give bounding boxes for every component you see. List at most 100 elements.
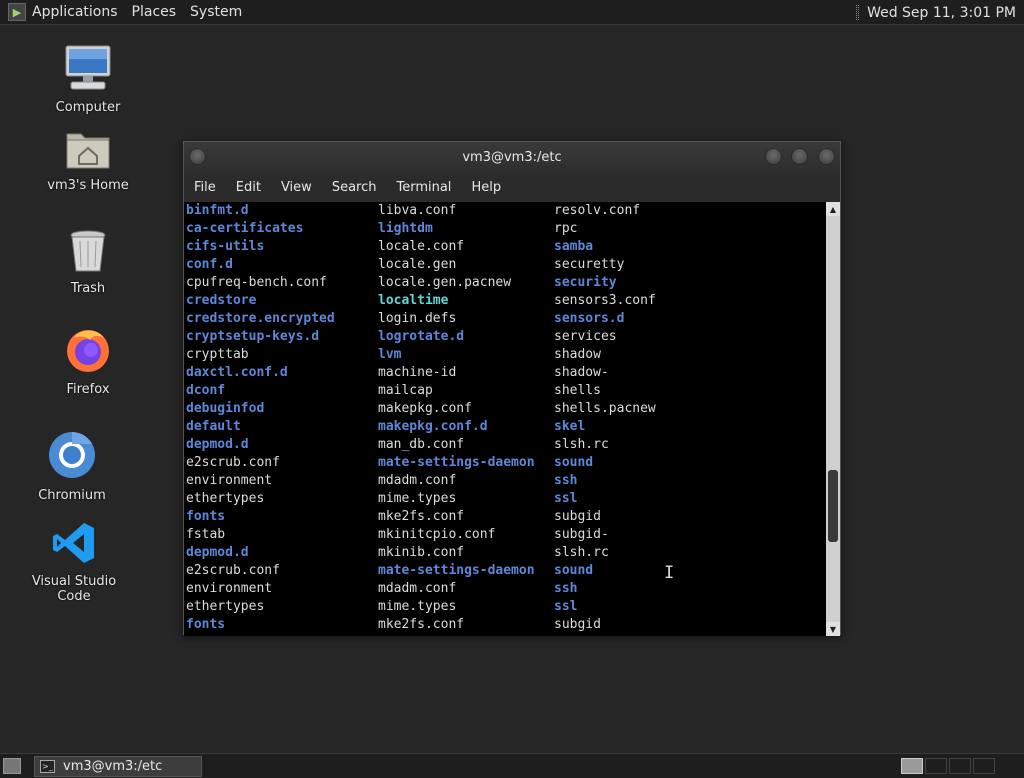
window-titlebar[interactable]: vm3@vm3:/etc: [184, 142, 840, 172]
ls-entry-directory: skel: [554, 419, 586, 434]
ls-entry-directory: sensors.d: [554, 311, 625, 326]
ls-entry-file: ethertypes: [186, 599, 265, 614]
ls-listing: binfmt.d libva.conf resolv.conf ca-certific…: [186, 202, 828, 634]
ls-entry-directory: default: [186, 419, 241, 434]
menu-terminal[interactable]: Terminal: [396, 180, 451, 195]
ls-entry-file: subgid: [554, 617, 601, 632]
ls-entry-directory: ssh: [554, 581, 578, 596]
ls-entry-file: man_db.conf: [378, 437, 465, 452]
ls-entry-file: locale.conf: [378, 239, 465, 254]
text-cursor-icon: I: [664, 563, 675, 583]
desktop-icon-vscode[interactable]: Visual Studio Code: [14, 520, 134, 604]
menu-system[interactable]: System: [190, 4, 242, 20]
ls-entry-file: shadow-: [554, 365, 609, 380]
ls-entry-file: resolv.conf: [554, 203, 641, 218]
ls-entry-file: e2scrub.conf: [186, 455, 280, 470]
ls-entry-file: cpufreq-bench.conf: [186, 275, 327, 290]
desktop-icon-label: Trash: [70, 281, 106, 296]
ls-entry-file: mke2fs.conf: [378, 509, 465, 524]
ls-entry-file: machine-id: [378, 365, 457, 380]
ls-entry-file: sensors3.conf: [554, 293, 656, 308]
ls-entry-file: login.defs: [378, 311, 457, 326]
workspace-3[interactable]: [949, 758, 971, 774]
minimize-icon[interactable]: [765, 148, 782, 165]
ls-entry-file: mdadm.conf: [378, 581, 457, 596]
close-icon[interactable]: [818, 148, 835, 165]
vscode-icon: [53, 523, 94, 563]
desktop-icon-home[interactable]: vm3's Home: [28, 128, 148, 193]
menu-file[interactable]: File: [194, 180, 216, 195]
menu-places[interactable]: Places: [132, 4, 177, 20]
ls-entry-directory: logrotate.d: [378, 329, 465, 344]
terminal-output[interactable]: binfmt.d libva.conf resolv.conf ca-certific…: [184, 202, 828, 636]
ls-entry-file: shells.pacnew: [554, 401, 656, 416]
ls-entry-directory: credstore: [186, 293, 257, 308]
terminal-menubar: File Edit View Search Terminal Help: [184, 172, 840, 202]
maximize-icon[interactable]: [791, 148, 808, 165]
taskbar-window-button[interactable]: >_ vm3@vm3:/etc: [34, 756, 202, 777]
desktop-icon-label: vm3's Home: [47, 178, 129, 193]
taskbar-window-label: vm3@vm3:/etc: [63, 759, 163, 774]
menu-view[interactable]: View: [281, 180, 312, 195]
clock[interactable]: Wed Sep 11, 3:01 PM: [867, 5, 1016, 21]
ls-entry-directory: security: [554, 275, 617, 290]
workspace-2[interactable]: [925, 758, 947, 774]
ls-entry-file: mime.types: [378, 491, 457, 506]
menu-applications[interactable]: Applications: [32, 4, 118, 20]
desktop-icon-computer[interactable]: Computer: [28, 44, 148, 115]
ls-entry-directory: debuginfod: [186, 401, 265, 416]
desktop-icon-firefox[interactable]: Firefox: [28, 326, 148, 397]
ls-entry-file: environment: [186, 473, 273, 488]
ls-entry-file: crypttab: [186, 347, 249, 362]
desktop-icon-trash[interactable]: Trash: [28, 229, 148, 296]
ls-entry-file: subgid-: [554, 527, 609, 542]
menu-help[interactable]: Help: [471, 180, 501, 195]
ls-entry-directory: depmod.d: [186, 437, 249, 452]
menu-edit[interactable]: Edit: [236, 180, 261, 195]
ls-entry-directory: lvm: [378, 347, 402, 362]
workspace-4[interactable]: [973, 758, 995, 774]
home-folder-icon: [66, 133, 110, 169]
window-menu-icon[interactable]: [189, 148, 206, 165]
desktop-icon-label: Chromium: [38, 488, 106, 503]
desktop-icon-label: Visual Studio Code: [31, 574, 117, 604]
ls-entry-directory: daxctl.conf.d: [186, 365, 288, 380]
scroll-up-icon[interactable]: ▲: [826, 202, 840, 216]
workspace-1[interactable]: [901, 758, 923, 774]
ls-entry-directory: cifs-utils: [186, 239, 265, 254]
ls-entry-directory: credstore.encrypted: [186, 311, 335, 326]
ls-entry-file: locale.gen: [378, 257, 457, 272]
ls-entry-directory: samba: [554, 239, 594, 254]
ls-entry-file: rpc: [554, 221, 578, 236]
terminal-scrollbar[interactable]: ▲ ▼: [826, 202, 840, 636]
ls-entry-file: mkinitcpio.conf: [378, 527, 496, 542]
ls-entry-file: slsh.rc: [554, 545, 609, 560]
ls-entry-directory: makepkg.conf.d: [378, 419, 488, 434]
ls-entry-file: environment: [186, 581, 273, 596]
ls-entry-directory: conf.d: [186, 257, 233, 272]
ls-entry-file: fstab: [186, 527, 226, 542]
ls-entry-file: mdadm.conf: [378, 473, 457, 488]
ls-entry-file: services: [554, 329, 617, 344]
desktop-icon-chromium[interactable]: Chromium: [12, 430, 132, 503]
ls-entry-directory: depmod.d: [186, 545, 249, 560]
trash-icon: [70, 230, 106, 272]
ls-entry-file: shadow: [554, 347, 601, 362]
scrollbar-thumb[interactable]: [828, 470, 838, 542]
ls-entry-directory: ca-certificates: [186, 221, 304, 236]
bottom-panel: >_ vm3@vm3:/etc: [0, 753, 1024, 778]
ls-entry-file: makepkg.conf: [378, 401, 472, 416]
ls-entry-directory: cryptsetup-keys.d: [186, 329, 320, 344]
ls-entry-directory: dconf: [186, 383, 226, 398]
computer-icon: [65, 45, 111, 90]
ls-entry-file: e2scrub.conf: [186, 563, 280, 578]
show-desktop-icon[interactable]: [3, 758, 21, 774]
ls-entry-file: securetty: [554, 257, 625, 272]
ls-entry-file: locale.gen.pacnew: [378, 275, 512, 290]
ls-entry-directory: mate-settings-daemon: [378, 455, 535, 470]
ls-entry-file: mkinib.conf: [378, 545, 465, 560]
ls-entry-file: slsh.rc: [554, 437, 609, 452]
menu-search[interactable]: Search: [332, 180, 377, 195]
scroll-down-icon[interactable]: ▼: [826, 622, 840, 636]
mate-logo-icon[interactable]: ▶: [8, 3, 26, 21]
